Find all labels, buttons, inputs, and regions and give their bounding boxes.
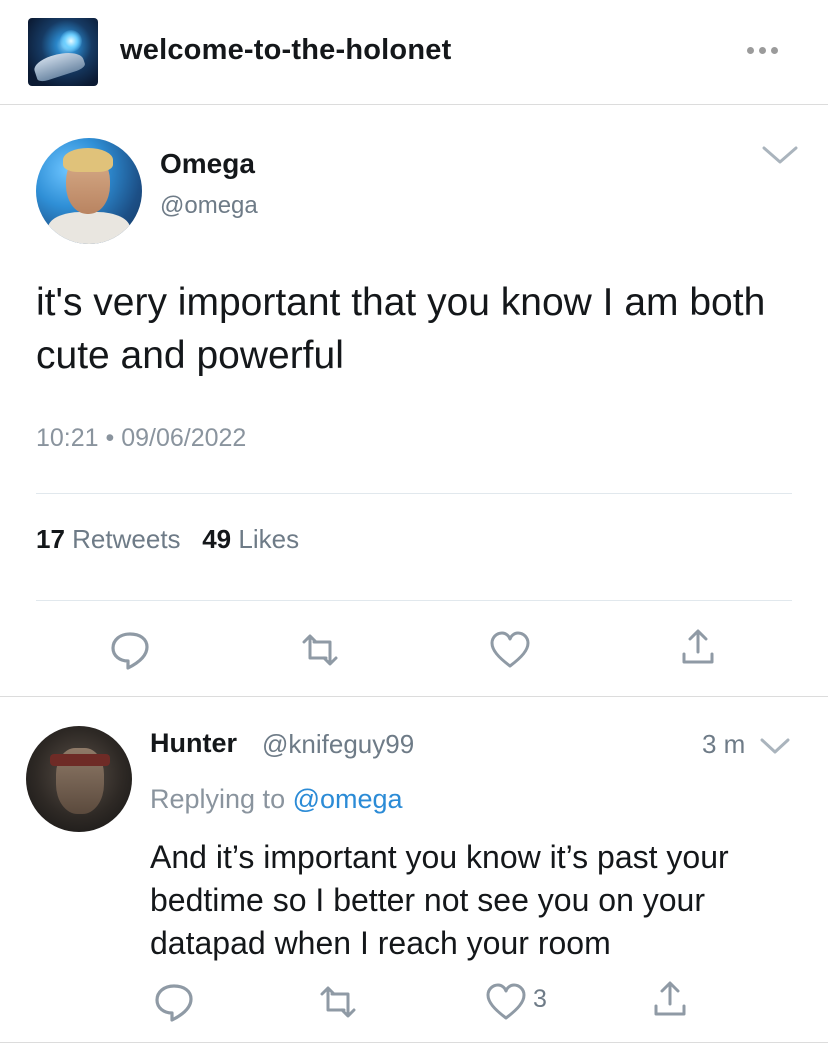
likes-count[interactable]: 49: [202, 524, 231, 554]
author-name[interactable]: Omega: [160, 148, 255, 180]
more-dot: [770, 46, 778, 54]
tweet-actions: [0, 620, 828, 680]
retweet-icon[interactable]: [316, 980, 360, 1024]
reply-text: And it’s important you know it’s past yo…: [150, 839, 729, 961]
reply-timestamp: 3 m: [702, 729, 746, 759]
retweets-label[interactable]: Retweets: [72, 524, 180, 554]
share-icon[interactable]: [648, 978, 692, 1022]
avatar[interactable]: [36, 138, 142, 244]
retweets-count[interactable]: 17: [36, 524, 65, 554]
avatar-hair: [63, 148, 113, 172]
replying-prefix: Replying to: [150, 784, 286, 814]
likes-label[interactable]: Likes: [238, 524, 299, 554]
holonet-avatar-icon[interactable]: [28, 18, 98, 86]
author-handle[interactable]: @omega: [160, 192, 258, 220]
avatar-shirt: [48, 212, 130, 244]
section-divider: [0, 696, 828, 697]
replying-to: Replying to @omega: [150, 784, 403, 815]
like-icon[interactable]: [488, 628, 532, 672]
reply-avatar[interactable]: [26, 726, 132, 832]
more-dot: [746, 46, 754, 54]
divider: [36, 600, 792, 601]
bottom-divider: [0, 1042, 828, 1043]
chevron-down-icon[interactable]: [758, 734, 792, 758]
retweet-icon[interactable]: [298, 628, 342, 672]
tweet-timestamp: 10:21 • 09/06/2022: [36, 424, 247, 452]
hand-shape: [31, 46, 87, 84]
reply-author-name[interactable]: Hunter: [150, 728, 237, 759]
like-icon[interactable]: [484, 980, 528, 1024]
divider: [36, 493, 792, 494]
chevron-down-icon[interactable]: [760, 140, 800, 170]
hologram-glow: [60, 30, 82, 52]
more-dot: [758, 46, 766, 54]
share-icon[interactable]: [676, 626, 720, 670]
reply-author-handle[interactable]: @knifeguy99: [262, 729, 414, 760]
blog-header: welcome-to-the-holonet: [0, 0, 828, 105]
reply-icon[interactable]: [108, 628, 152, 672]
blog-name[interactable]: welcome-to-the-holonet: [120, 34, 451, 67]
tweet-text: it's very important that you know I am b…: [36, 281, 766, 377]
more-options-icon[interactable]: [738, 30, 786, 70]
avatar-bandana: [50, 754, 110, 766]
reply-icon[interactable]: [152, 980, 196, 1024]
replying-mention-link[interactable]: @omega: [293, 784, 403, 814]
tweet-stats: 17 Retweets 49 Likes: [36, 524, 299, 555]
reply-like-count: 3: [533, 985, 547, 1013]
